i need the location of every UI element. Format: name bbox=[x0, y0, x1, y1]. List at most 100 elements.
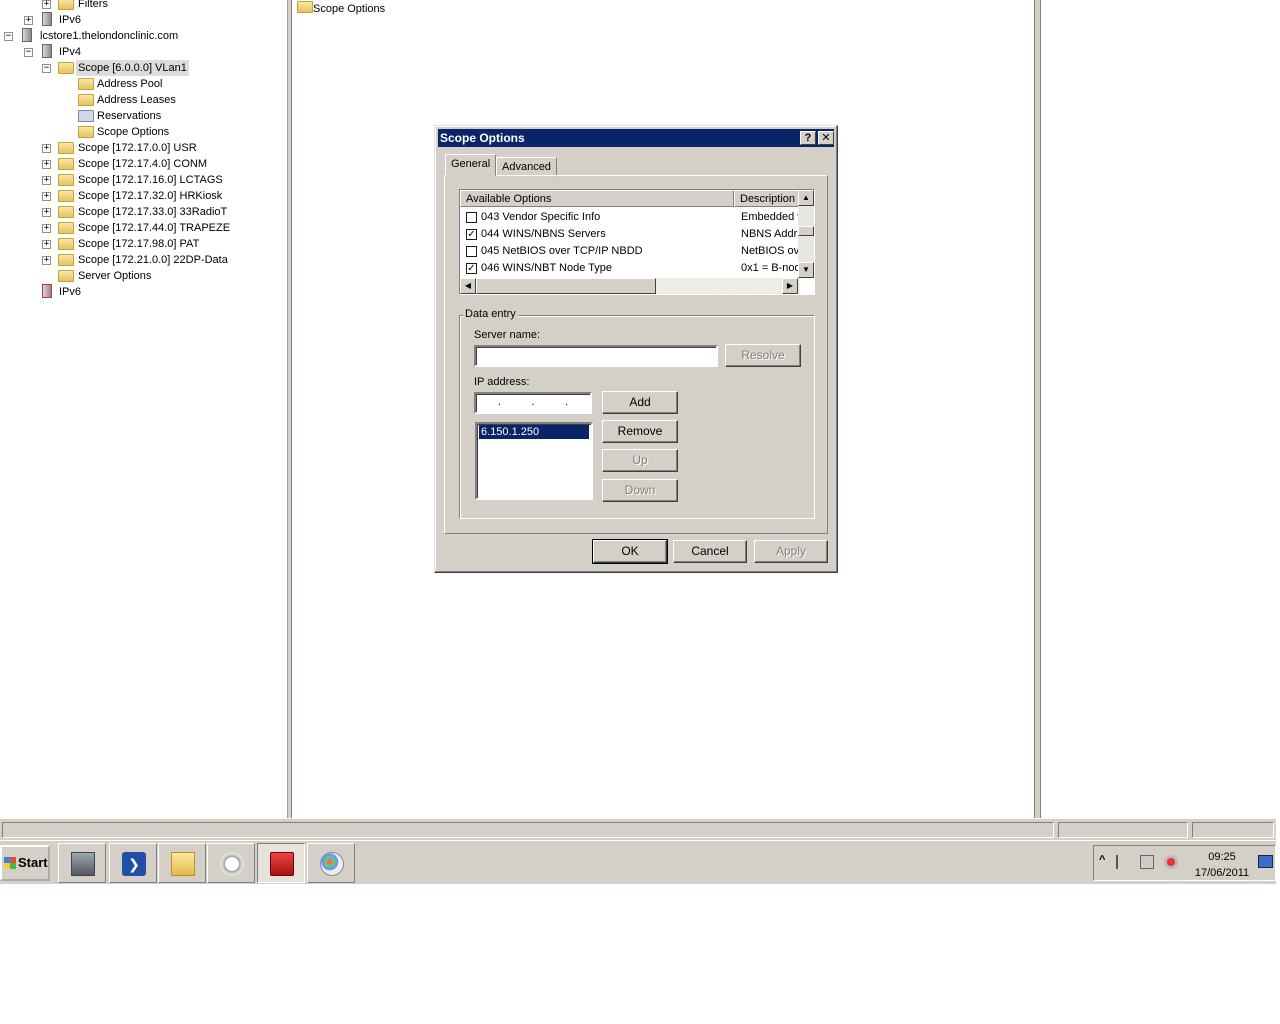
tree-item-scope-33radiot[interactable]: + Scope [172.17.33.0] 33RadioT bbox=[0, 204, 287, 220]
tree-item-label: Address Leases bbox=[97, 94, 176, 106]
close-button[interactable]: ✕ bbox=[818, 131, 834, 145]
ip-address-label: IP address: bbox=[474, 376, 530, 388]
collapse-icon[interactable]: − bbox=[42, 64, 51, 73]
dialog-titlebar[interactable]: Scope Options ? ✕ bbox=[438, 129, 834, 147]
tree-item-scope-22dp-data[interactable]: + Scope [172.21.0.0] 22DP-Data bbox=[0, 252, 287, 268]
server-manager-button[interactable] bbox=[58, 843, 106, 883]
clock-time[interactable]: 09:25 bbox=[1192, 851, 1252, 863]
option-checkbox[interactable] bbox=[466, 246, 477, 257]
actions-pane bbox=[1041, 0, 1280, 818]
scroll-up-icon[interactable]: ▲ bbox=[798, 190, 814, 206]
option-row[interactable]: ✓ 046 WINS/NBT Node Type 0x1 = B-nod bbox=[460, 260, 799, 277]
explorer-button[interactable] bbox=[158, 843, 206, 883]
expand-icon[interactable]: + bbox=[24, 16, 33, 25]
tree-item-filters[interactable]: + Filters bbox=[0, 0, 287, 12]
option-checkbox[interactable]: ✓ bbox=[466, 263, 477, 274]
option-row[interactable]: 045 NetBIOS over TCP/IP NBDD NetBIOS ov bbox=[460, 243, 799, 260]
scroll-thumb[interactable] bbox=[476, 278, 656, 294]
tree-item-address-pool[interactable]: Address Pool bbox=[0, 76, 287, 92]
tree-item-reservations[interactable]: Reservations bbox=[0, 108, 287, 124]
option-row[interactable]: 043 Vendor Specific Info Embedded v bbox=[460, 209, 799, 226]
expand-icon[interactable]: + bbox=[42, 192, 51, 201]
expand-icon[interactable]: + bbox=[42, 208, 51, 217]
tree-item-ipv4[interactable]: − IPv4 bbox=[0, 44, 287, 60]
tree-item-scope-pat[interactable]: + Scope [172.17.98.0] PAT bbox=[0, 236, 287, 252]
ip-address-list[interactable]: 6.150.1.250 bbox=[475, 422, 593, 500]
tree-item-label: lcstore1.thelondonclinic.com bbox=[40, 30, 179, 42]
powershell-button[interactable]: ❯ bbox=[109, 843, 157, 883]
ip-list-item[interactable]: 6.150.1.250 bbox=[479, 425, 589, 439]
scroll-thumb[interactable] bbox=[798, 226, 814, 236]
expand-icon[interactable]: + bbox=[42, 0, 51, 9]
clock-date[interactable]: 17/06/2011 bbox=[1192, 867, 1252, 879]
dialog-title: Scope Options bbox=[440, 131, 525, 145]
expand-icon[interactable]: + bbox=[42, 240, 51, 249]
console-tree-pane[interactable]: + Filters + IPv6 − lcstore1.thelondoncli… bbox=[0, 0, 287, 818]
tree-item-ipv6[interactable]: + IPv6 bbox=[0, 12, 287, 28]
scroll-left-icon[interactable]: ◀ bbox=[460, 278, 476, 294]
up-button[interactable]: Up bbox=[602, 449, 678, 472]
tree-item-scope-trapeze[interactable]: + Scope [172.17.44.0] TRAPEZE bbox=[0, 220, 287, 236]
scroll-down-icon[interactable]: ▼ bbox=[798, 262, 814, 278]
paint-button[interactable] bbox=[307, 843, 355, 883]
apply-button[interactable]: Apply bbox=[754, 540, 828, 563]
help-button[interactable]: ? bbox=[800, 131, 816, 145]
tab-general[interactable]: General bbox=[445, 154, 497, 176]
tree-item-address-leases[interactable]: Address Leases bbox=[0, 92, 287, 108]
expand-icon[interactable]: + bbox=[42, 176, 51, 185]
expand-icon[interactable]: + bbox=[42, 160, 51, 169]
tree-item-server[interactable]: − lcstore1.thelondonclinic.com bbox=[0, 28, 287, 44]
option-checkbox[interactable]: ✓ bbox=[466, 229, 477, 240]
dhcp-console-button[interactable] bbox=[257, 843, 305, 883]
tree-item-label: Scope [172.17.98.0] PAT bbox=[78, 238, 200, 250]
expand-icon[interactable]: + bbox=[42, 224, 51, 233]
down-button[interactable]: Down bbox=[602, 479, 678, 502]
pane-splitter-right[interactable] bbox=[1034, 0, 1041, 818]
tree-item-ipv6-2[interactable]: IPv6 bbox=[0, 284, 287, 300]
collapse-icon[interactable]: − bbox=[4, 32, 13, 41]
add-button[interactable]: Add bbox=[602, 391, 678, 414]
ok-button[interactable]: OK bbox=[592, 539, 668, 564]
ipv4-icon bbox=[42, 44, 52, 58]
volume-muted-icon[interactable] bbox=[1164, 855, 1178, 869]
resolve-button[interactable]: Resolve bbox=[725, 344, 801, 367]
vertical-scrollbar[interactable]: ▲ ▼ bbox=[798, 190, 814, 278]
tray-expand-button[interactable]: ^ bbox=[1099, 854, 1105, 866]
ipv6-icon bbox=[42, 12, 52, 26]
expand-icon[interactable]: + bbox=[42, 256, 51, 265]
tab-advanced[interactable]: Advanced bbox=[496, 157, 557, 177]
task-scheduler-button[interactable] bbox=[207, 843, 255, 883]
tree-item-scope-hrkiosk[interactable]: + Scope [172.17.32.0] HRKiosk bbox=[0, 188, 287, 204]
tree-item-scope-conm[interactable]: + Scope [172.17.4.0] CONM bbox=[0, 156, 287, 172]
column-header-description[interactable]: Description bbox=[734, 190, 800, 207]
expand-icon[interactable]: + bbox=[42, 144, 51, 153]
tree-item-label: Server Options bbox=[78, 270, 152, 282]
tree-item-scope-lctags[interactable]: + Scope [172.17.16.0] LCTAGS bbox=[0, 172, 287, 188]
horizontal-scrollbar[interactable]: ◀ ▶ bbox=[460, 278, 800, 294]
folder-icon bbox=[58, 62, 74, 74]
available-options-list[interactable]: Available Options Description 043 Vendor… bbox=[459, 189, 815, 295]
collapse-icon[interactable]: − bbox=[24, 48, 33, 57]
tree-item-scope-options[interactable]: Scope Options bbox=[0, 124, 287, 140]
flag-icon[interactable] bbox=[1116, 855, 1130, 869]
network-icon[interactable] bbox=[1140, 855, 1154, 869]
ip-address-input[interactable]: . . . bbox=[474, 392, 592, 414]
server-name-input[interactable] bbox=[474, 345, 718, 367]
option-checkbox[interactable] bbox=[466, 212, 477, 223]
status-segment bbox=[1058, 822, 1188, 838]
column-header-available-options[interactable]: Available Options bbox=[460, 190, 734, 207]
tree-item-scope-vlan1[interactable]: − Scope [6.0.0.0] VLan1 bbox=[0, 60, 287, 76]
tree-item-server-options[interactable]: Server Options bbox=[0, 268, 287, 284]
tree-item-label: Scope [172.21.0.0] 22DP-Data bbox=[78, 254, 228, 266]
scroll-right-icon[interactable]: ▶ bbox=[782, 278, 798, 294]
option-row[interactable]: ✓ 044 WINS/NBNS Servers NBNS Addr bbox=[460, 226, 797, 243]
cancel-button[interactable]: Cancel bbox=[673, 540, 747, 563]
show-desktop-icon[interactable] bbox=[1258, 855, 1273, 868]
start-label: Start bbox=[18, 855, 48, 870]
tab-label: General bbox=[451, 158, 491, 170]
tree-item-scope-usr[interactable]: + Scope [172.17.0.0] USR bbox=[0, 140, 287, 156]
start-button[interactable]: Start bbox=[0, 845, 50, 881]
server-manager-icon bbox=[71, 852, 95, 876]
remove-button[interactable]: Remove bbox=[602, 420, 678, 443]
powershell-icon: ❯ bbox=[122, 852, 146, 876]
